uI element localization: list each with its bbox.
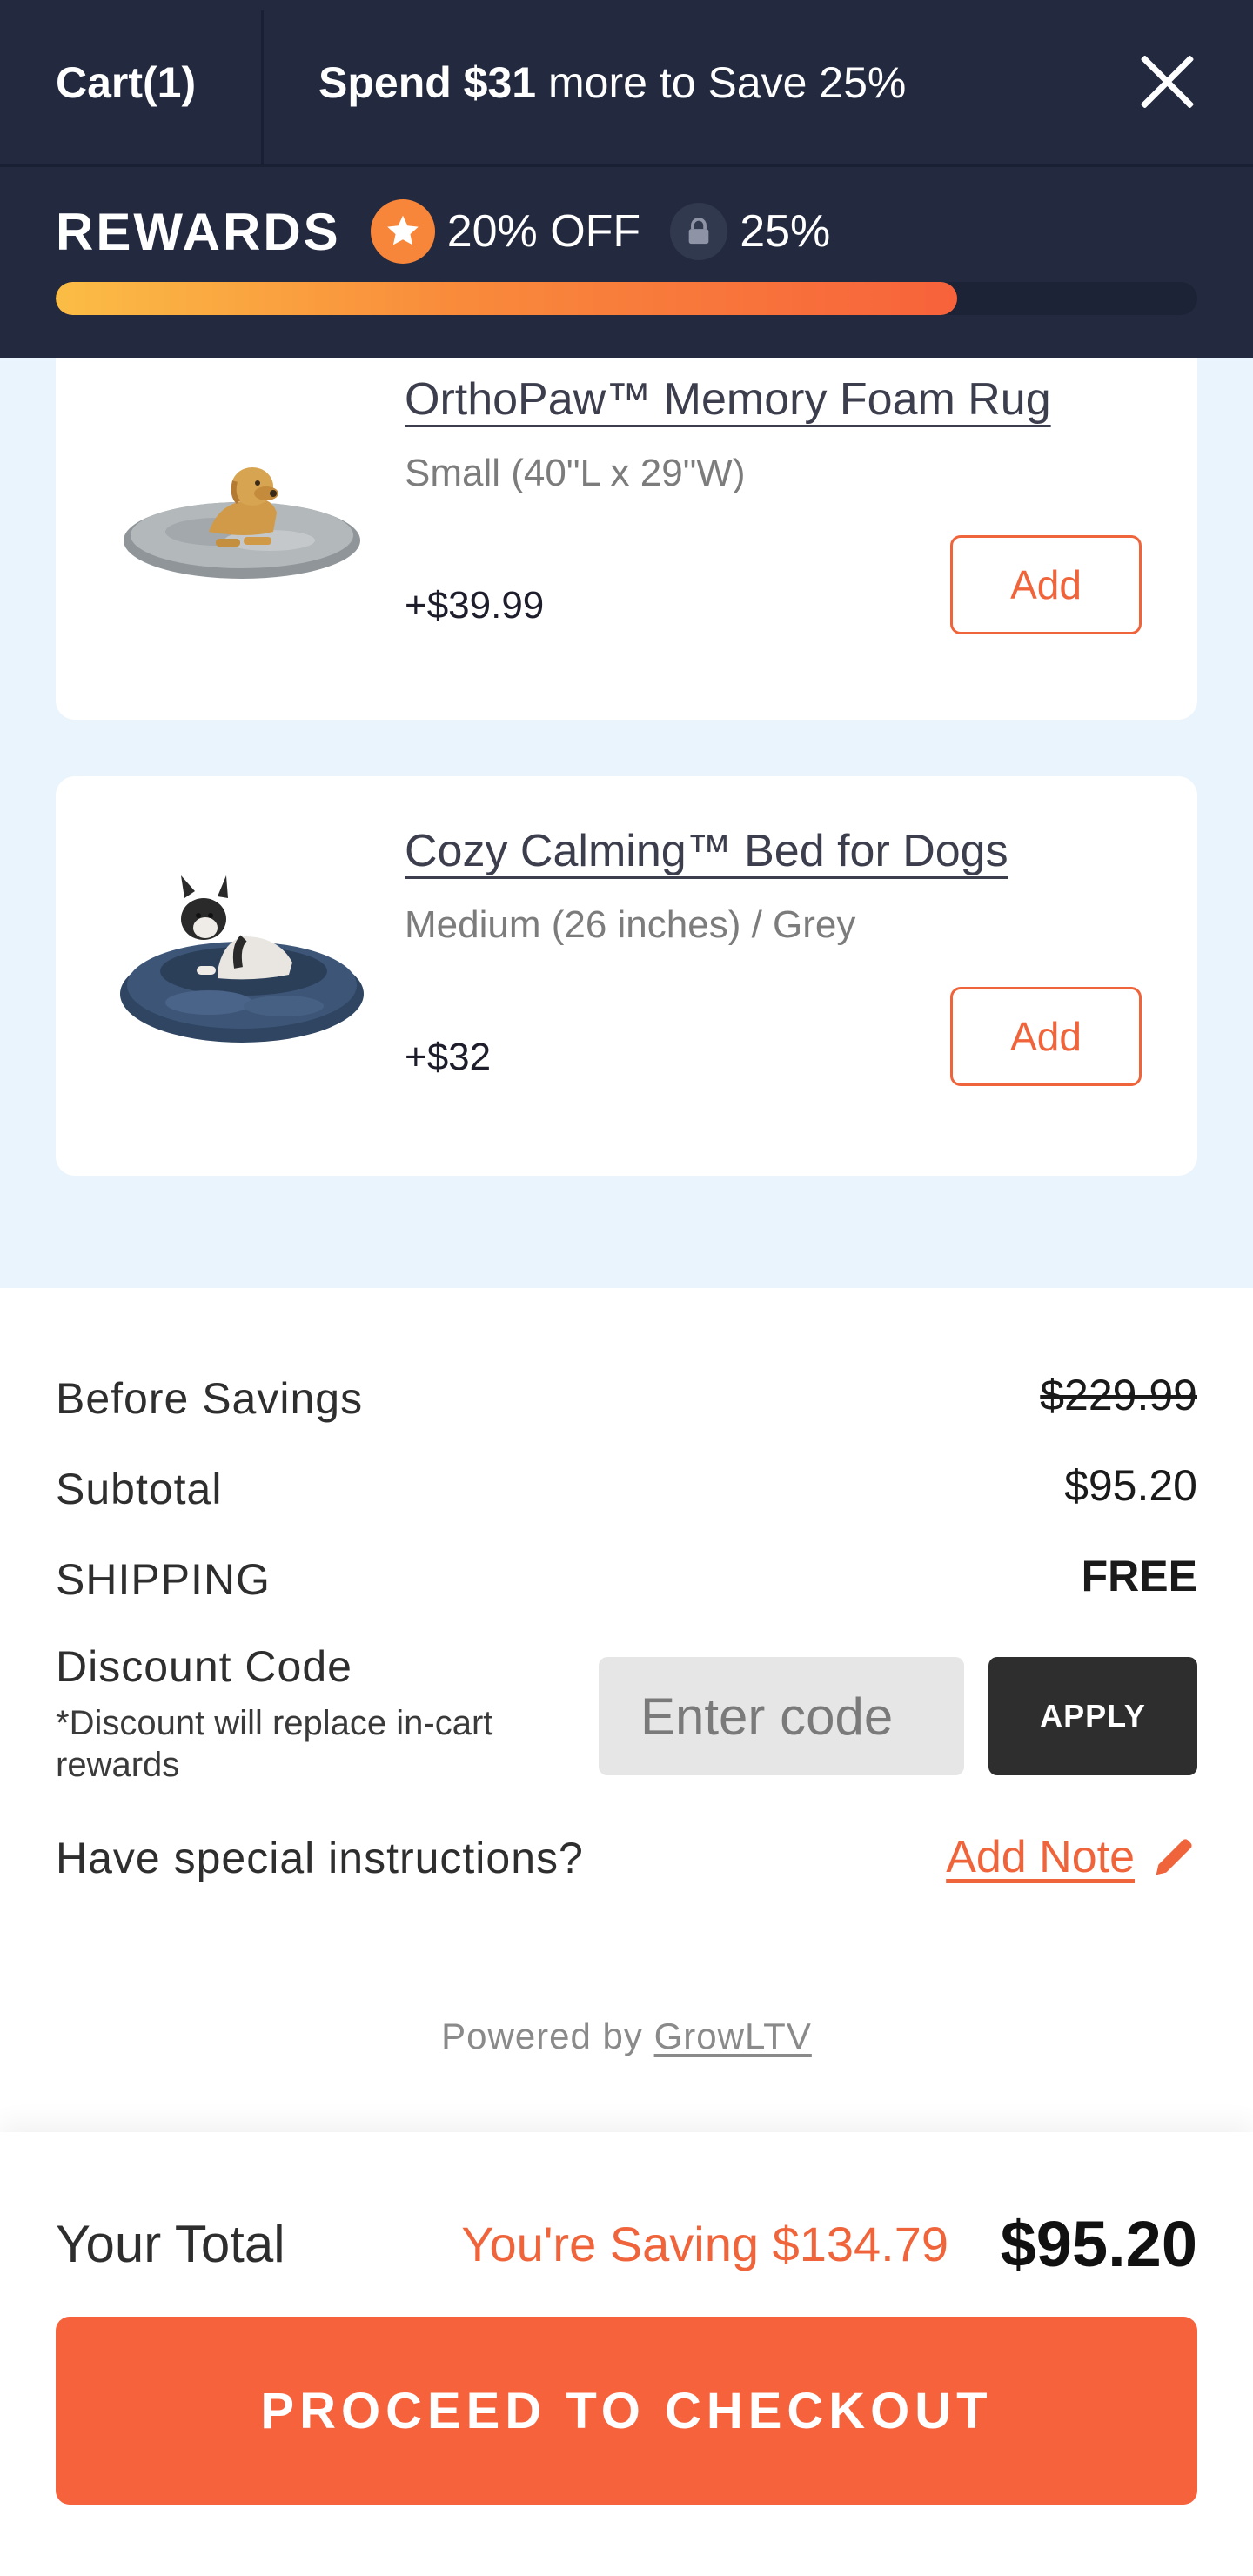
checkout-button[interactable]: PROCEED TO CHECKOUT — [56, 2317, 1197, 2505]
before-savings-value: $229.99 — [1040, 1371, 1197, 1419]
product-variant: Small (40"L x 29"W) — [405, 452, 746, 494]
spend-rest: more to Save 25% — [548, 58, 907, 107]
discount-code-input[interactable] — [599, 1657, 964, 1775]
pencil-icon — [1150, 1834, 1197, 1881]
cart-title: Cart(1) — [56, 58, 197, 107]
order-summary: Before Savings $229.99 Subtotal $95.20 S… — [0, 1288, 1253, 2132]
close-icon[interactable] — [1131, 45, 1201, 115]
product-variant: Medium (26 inches) / Grey — [405, 903, 856, 946]
cart-header: Cart(1) Spend $31 more to Save 25% REWAR… — [0, 0, 1253, 358]
before-savings-label: Before Savings — [56, 1374, 364, 1423]
rewards-row: REWARDS 20% OFF 25% — [56, 197, 830, 266]
spend-amount: Spend $31 — [318, 58, 537, 107]
add-upsell-button[interactable]: Add — [950, 987, 1142, 1086]
upsell-list: OrthoPaw™ Memory Foam Rug Small (40"L x … — [0, 332, 1253, 1288]
cart-footer: Your Total You're Saving $134.79 $95.20 … — [0, 2132, 1253, 2576]
cart-topbar: Cart(1) Spend $31 more to Save 25% — [0, 0, 1253, 167]
rewards-progress-bar — [56, 282, 1197, 315]
total-value: $95.20 — [1000, 2208, 1197, 2280]
powered-prefix: Powered by — [441, 2016, 643, 2056]
apply-discount-button[interactable]: APPLY — [988, 1657, 1197, 1775]
savings-text: You're Saving $134.79 — [461, 2217, 948, 2271]
product-price: +$32 — [405, 1036, 492, 1078]
tier-label-locked: 25% — [740, 206, 831, 257]
star-icon — [370, 199, 435, 264]
special-instructions-label: Have special instructions? — [56, 1834, 584, 1882]
product-name-link[interactable]: Cozy Calming™ Bed for Dogs — [405, 825, 1008, 877]
total-label: Your Total — [56, 2215, 285, 2273]
add-note-link[interactable]: Add Note — [946, 1831, 1197, 1883]
discount-code-label: Discount Code — [56, 1642, 352, 1691]
add-upsell-button[interactable]: Add — [950, 535, 1142, 634]
product-name-link[interactable]: OrthoPaw™ Memory Foam Rug — [405, 373, 1051, 426]
upsell-card: OrthoPaw™ Memory Foam Rug Small (40"L x … — [56, 332, 1197, 720]
discount-note: *Discount will replace in-cart rewards — [56, 1704, 493, 1784]
spend-message: Spend $31 more to Save 25% — [318, 57, 906, 108]
product-image-bed — [120, 875, 364, 1043]
upsell-card: Cozy Calming™ Bed for Dogs Medium (26 in… — [56, 776, 1197, 1176]
tier-label-unlocked: 20% OFF — [446, 206, 641, 257]
topbar-divider — [261, 10, 264, 165]
add-note-label: Add Note — [946, 1832, 1135, 1882]
shipping-label: SHIPPING — [56, 1555, 271, 1604]
product-image-rug — [124, 467, 360, 579]
powered-by: Powered by GrowLTV — [0, 2016, 1253, 2057]
rewards-title: REWARDS — [56, 202, 341, 261]
rewards-progress-fill — [56, 282, 958, 315]
shipping-value: FREE — [1081, 1552, 1197, 1600]
lock-icon — [670, 203, 728, 260]
growltv-link[interactable]: GrowLTV — [654, 2016, 812, 2056]
subtotal-value: $95.20 — [1064, 1461, 1197, 1510]
product-price: +$39.99 — [405, 584, 545, 627]
subtotal-label: Subtotal — [56, 1465, 223, 1513]
